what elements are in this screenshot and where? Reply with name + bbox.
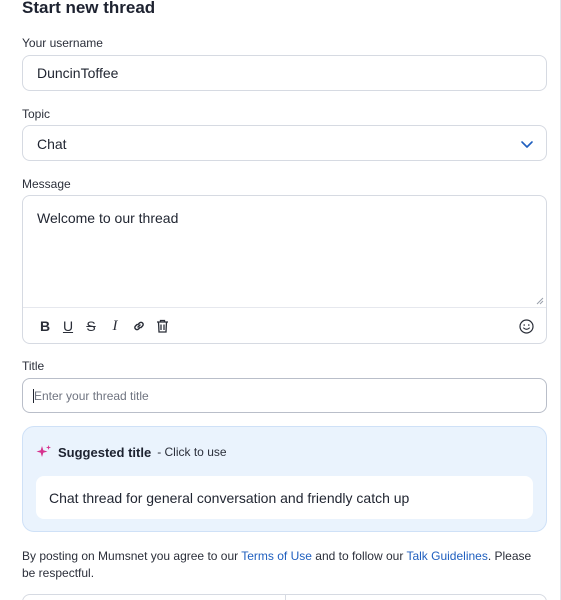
username-field[interactable]: DuncinToffee	[22, 55, 547, 91]
resize-handle-icon[interactable]	[536, 297, 544, 305]
suggested-title-label: Suggested title	[58, 444, 152, 460]
italic-button[interactable]: I	[107, 317, 123, 335]
topic-select[interactable]: Chat	[22, 125, 547, 161]
formatting-toolbar: B U S I	[23, 307, 546, 343]
topic-label: Topic	[22, 107, 51, 121]
link-button[interactable]	[131, 317, 147, 335]
delete-button[interactable]	[154, 317, 170, 335]
message-label: Message	[22, 177, 71, 191]
suggested-title-option[interactable]: Chat thread for general conversation and…	[36, 476, 533, 519]
strikethrough-button[interactable]: S	[83, 317, 99, 335]
username-label: Your username	[22, 36, 103, 50]
title-label: Title	[22, 359, 45, 373]
trash-icon	[156, 319, 168, 333]
suggested-title-header: Suggested title - Click to use	[36, 444, 227, 460]
link-icon	[134, 321, 144, 331]
message-value: Welcome to our thread	[37, 210, 179, 226]
message-editor[interactable]: Welcome to our thread B U S I	[22, 195, 547, 344]
chevron-down-icon	[521, 141, 533, 148]
terms-prefix: By posting on Mumsnet you agree to our	[22, 549, 242, 563]
posting-terms: By posting on Mumsnet you agree to our T…	[22, 548, 547, 582]
bold-button[interactable]: B	[37, 317, 53, 335]
text-caret	[33, 389, 34, 403]
terms-of-use-link[interactable]: Terms of Use	[241, 549, 312, 563]
terms-middle: and to follow our	[311, 549, 407, 563]
suggested-title-hint: - Click to use	[157, 445, 227, 459]
underline-button[interactable]: U	[60, 317, 76, 335]
suggested-title-panel: Suggested title - Click to use Chat thre…	[22, 426, 547, 532]
sparkle-icon	[36, 445, 51, 457]
emoji-button[interactable]	[518, 317, 534, 335]
smiley-icon	[518, 318, 534, 334]
bottom-action-bar[interactable]	[22, 594, 547, 600]
username-value: DuncinToffee	[37, 65, 119, 81]
bottom-action-divider	[285, 595, 286, 600]
page-title: Start new thread	[22, 0, 156, 17]
talk-guidelines-link[interactable]: Talk Guidelines	[406, 549, 487, 563]
title-input[interactable]	[22, 378, 547, 413]
topic-value: Chat	[37, 136, 67, 152]
